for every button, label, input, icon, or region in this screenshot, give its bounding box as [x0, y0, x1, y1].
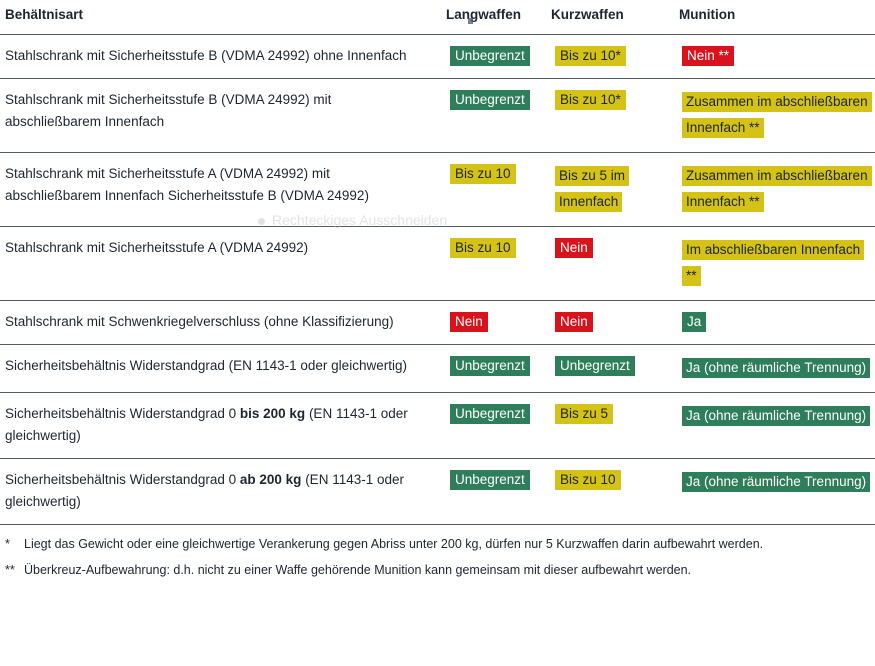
status-badge: Nein [555, 237, 593, 258]
cell-behaeltnisart: Stahlschrank mit Sicherheitsstufe B (VDM… [0, 33, 441, 79]
cell-langwaffen: Unbegrenzt [441, 457, 546, 524]
cell-munition: Ja (ohne räumliche Trennung) [674, 457, 875, 524]
status-badge: Im abschließbaren Innenfach ** [682, 239, 865, 286]
status-badge: Bis zu 5 [555, 403, 614, 424]
footnote-text: Überkreuz-Aufbewahrung: d.h. nicht zu ei… [24, 562, 692, 577]
table-header-row: Behältnisart Langwaffen Kurzwaffen Munit… [0, 0, 875, 34]
weapon-storage-table: Behältnisart Langwaffen Kurzwaffen Munit… [0, 0, 875, 524]
emphasis-text: ab 200 kg [239, 471, 302, 487]
cell-munition: Ja (ohne räumliche Trennung) [674, 391, 875, 459]
status-badge: Nein ** [682, 45, 735, 66]
cell-kurzwaffen: Unbegrenzt [546, 343, 674, 393]
cell-langwaffen: Nein [441, 299, 546, 345]
table-row: Stahlschrank mit Sicherheitsstufe B (VDM… [0, 77, 875, 153]
cell-kurzwaffen: Bis zu 10* [546, 33, 674, 79]
table-row: Sicherheitsbehältnis Widerstandgrad 0 ab… [0, 457, 875, 524]
status-badge: Ja (ohne räumliche Trennung) [682, 471, 871, 492]
column-header-kurzwaffen: Kurzwaffen [551, 7, 624, 22]
plain-text: Sicherheitsbehältnis Widerstandgrad 0 [5, 405, 240, 421]
table-row: Stahlschrank mit Sicherheitsstufe A (VDM… [0, 225, 875, 301]
status-badge: Zusammen im abschließbaren Innenfach ** [682, 165, 872, 212]
table-row: Stahlschrank mit Sicherheitsstufe B (VDM… [0, 33, 875, 79]
cell-langwaffen: Unbegrenzt [441, 391, 546, 459]
cell-munition: Ja [674, 299, 875, 345]
status-badge: Unbegrenzt [555, 355, 635, 376]
table-row: Sicherheitsbehältnis Widerstandgrad (EN … [0, 343, 875, 393]
status-badge: Unbegrenzt [450, 45, 530, 66]
status-badge: Nein [555, 311, 593, 332]
emphasis-text: bis 200 kg [239, 405, 306, 421]
cell-munition: Zusammen im abschließbaren Innenfach ** [674, 77, 875, 153]
cell-munition: Nein ** [674, 33, 875, 79]
footnotes: * Liegt das Gewicht oder eine gleichwerti… [0, 523, 875, 579]
status-badge: Ja [682, 311, 707, 332]
cell-langwaffen: Bis zu 10 [441, 225, 546, 301]
status-badge: Bis zu 10 [555, 469, 621, 490]
cell-langwaffen: Bis zu 10 [441, 151, 546, 227]
table-body: Stahlschrank mit Sicherheitsstufe B (VDM… [0, 33, 875, 524]
table-row: Stahlschrank mit Schwenkriegelverschluss… [0, 299, 875, 345]
footnote-marker: ** [5, 562, 15, 577]
footnote: ** Überkreuz-Aufbewahrung: d.h. nicht zu … [5, 553, 869, 579]
plain-text: Sicherheitsbehältnis Widerstandgrad 0 [5, 471, 240, 487]
cell-kurzwaffen: Bis zu 5 im Innenfach [546, 151, 674, 227]
cell-behaeltnisart: Stahlschrank mit Sicherheitsstufe A (VDM… [0, 151, 441, 227]
cell-behaeltnisart: Stahlschrank mit Sicherheitsstufe A (VDM… [0, 225, 441, 301]
cell-kurzwaffen: Bis zu 5 [546, 391, 674, 459]
cell-behaeltnisart: Stahlschrank mit Schwenkriegelverschluss… [0, 299, 441, 345]
cell-behaeltnisart: Stahlschrank mit Sicherheitsstufe B (VDM… [0, 77, 441, 153]
cell-kurzwaffen: Bis zu 10* [546, 77, 674, 153]
status-badge: Unbegrenzt [450, 89, 530, 110]
cell-kurzwaffen: Bis zu 10 [546, 457, 674, 524]
status-badge: Bis zu 10 [450, 237, 516, 258]
status-badge: Bis zu 5 im Innenfach [555, 165, 630, 212]
status-badge: Unbegrenzt [450, 403, 530, 424]
cell-munition: Ja (ohne räumliche Trennung) [674, 343, 875, 393]
cell-kurzwaffen: Nein [546, 299, 674, 345]
status-badge: Bis zu 10* [555, 89, 626, 110]
column-header-langwaffen: Langwaffen [446, 7, 522, 22]
status-badge: Nein [450, 311, 488, 332]
cell-langwaffen: Unbegrenzt [441, 343, 546, 393]
footnote-text: Liegt das Gewicht oder eine gleichwertig… [24, 536, 764, 551]
cell-munition: Zusammen im abschließbaren Innenfach ** [674, 151, 875, 227]
table-header: Behältnisart Langwaffen Kurzwaffen Munit… [0, 0, 875, 34]
column-header-munition: Munition [679, 7, 736, 22]
cell-munition: Im abschließbaren Innenfach ** [674, 225, 875, 301]
weapon-storage-table-sheet: Behältnisart Langwaffen Kurzwaffen Munit… [0, 0, 875, 666]
status-badge: Bis zu 10* [555, 45, 626, 66]
cell-langwaffen: Unbegrenzt [441, 77, 546, 153]
cell-langwaffen: Unbegrenzt [441, 33, 546, 79]
table-row: Sicherheitsbehältnis Widerstandgrad 0 bi… [0, 391, 875, 459]
cell-behaeltnisart: Sicherheitsbehältnis Widerstandgrad 0 ab… [0, 457, 441, 524]
status-badge: Unbegrenzt [450, 355, 530, 376]
status-badge: Ja (ohne räumliche Trennung) [682, 405, 871, 426]
footnote-marker: * [5, 536, 10, 551]
column-header-behaeltnisart: Behältnisart [5, 7, 84, 22]
cell-behaeltnisart: Sicherheitsbehältnis Widerstandgrad 0 bi… [0, 391, 441, 459]
cell-kurzwaffen: Nein [546, 225, 674, 301]
status-badge: Zusammen im abschließbaren Innenfach ** [682, 91, 872, 138]
cell-behaeltnisart: Sicherheitsbehältnis Widerstandgrad (EN … [0, 343, 441, 393]
footnote: * Liegt das Gewicht oder eine gleichwerti… [5, 525, 869, 553]
status-badge: Unbegrenzt [450, 469, 530, 490]
table-row: Stahlschrank mit Sicherheitsstufe A (VDM… [0, 151, 875, 227]
status-badge: Bis zu 10 [450, 163, 516, 184]
status-badge: Ja (ohne räumliche Trennung) [682, 357, 871, 378]
